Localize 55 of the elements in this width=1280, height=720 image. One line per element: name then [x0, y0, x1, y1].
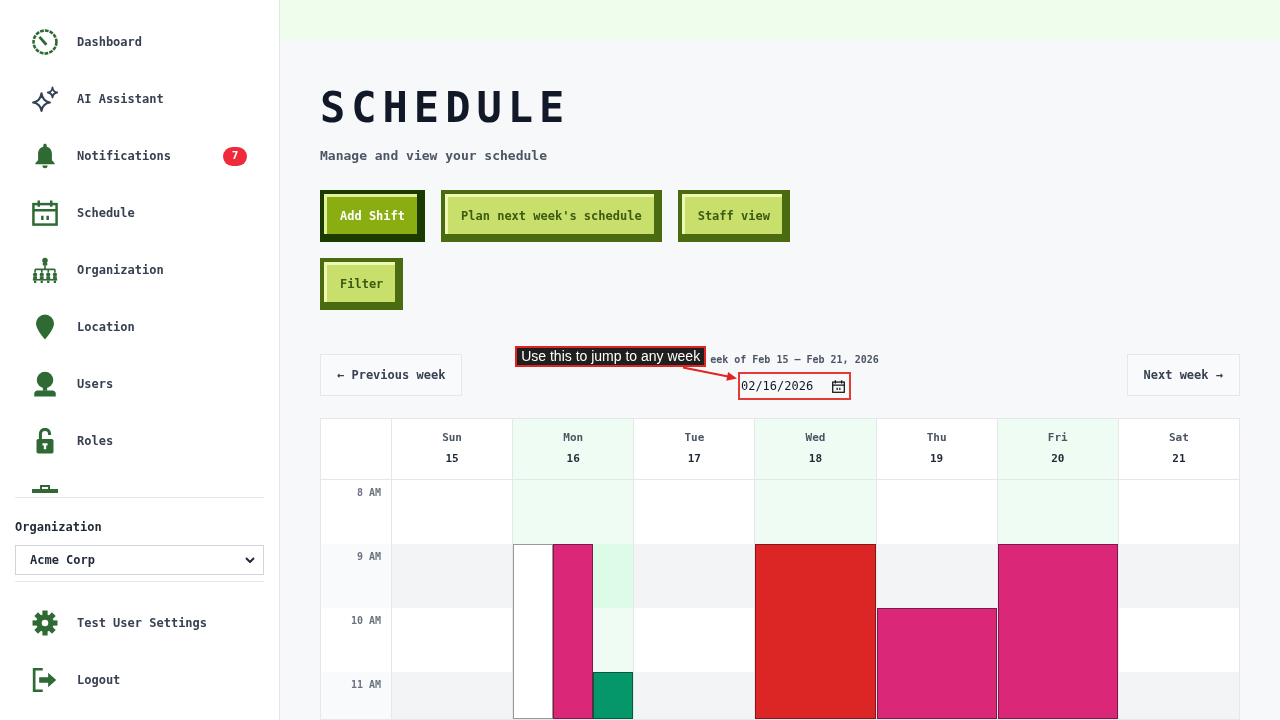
time-label: 9 AM — [356, 551, 381, 563]
time-label: 10 AM — [350, 615, 381, 627]
day-date: 21 — [1172, 452, 1186, 466]
user-icon — [32, 371, 58, 397]
settings-icon — [32, 610, 58, 636]
nav-link[interactable]: Logout — [32, 660, 247, 700]
chevron-down-icon — [245, 557, 255, 563]
bell-icon — [32, 143, 58, 169]
nav-link[interactable]: Location — [32, 307, 247, 347]
arrow-icon — [682, 366, 739, 382]
day-name: Thu — [926, 431, 947, 445]
nav-link[interactable]: Organization — [32, 250, 247, 290]
day-date: 16 — [566, 452, 580, 466]
nav-link[interactable]: AI Assistant — [32, 79, 247, 119]
action-button[interactable]: Plan next week's schedule — [441, 190, 662, 242]
org-chart-icon — [32, 257, 58, 283]
logout-icon — [32, 667, 58, 693]
nav-link[interactable]: Users — [32, 364, 247, 404]
gauge-icon — [32, 29, 58, 55]
notification-badge: 7 — [223, 146, 247, 166]
nav-link[interactable]: Notifications 7 — [32, 136, 247, 176]
day-name: Mon — [563, 431, 584, 445]
day-date: 19 — [930, 452, 944, 466]
calendar-icon — [831, 379, 845, 393]
day-name: Wed — [805, 431, 826, 445]
day-name: Sat — [1169, 431, 1189, 445]
shift-block[interactable] — [593, 672, 634, 719]
day-date: 18 — [808, 452, 823, 466]
previous-week-button[interactable]: ← Previous week — [320, 354, 463, 396]
action-button[interactable]: Filter — [320, 258, 404, 310]
date-field[interactable]: 02/16/2026 — [737, 372, 851, 400]
week-range-label: eek of Feb 15 – Feb 21, 2026 — [710, 354, 879, 366]
nav-link[interactable]: Roles — [32, 421, 247, 461]
briefcase-icon — [32, 485, 58, 493]
day-name: Tue — [684, 431, 705, 445]
tooltip: Use this to jump to any week — [515, 346, 707, 367]
calendar-icon — [32, 200, 58, 226]
day-date: 15 — [445, 452, 459, 466]
nav-link[interactable]: Schedule — [32, 193, 247, 233]
page-title: SCHEDULE — [320, 87, 571, 129]
action-button[interactable]: Staff view — [677, 190, 790, 242]
sparkles-icon — [32, 86, 58, 112]
organization-select[interactable]: Acme Corp — [15, 545, 264, 575]
time-label: 8 AM — [356, 487, 381, 499]
page-subtitle: Manage and view your schedule — [320, 147, 547, 165]
time-label: 11 AM — [350, 679, 381, 691]
day-date: 20 — [1051, 452, 1065, 466]
organization-label: Organization — [15, 519, 103, 535]
day-name: Sun — [442, 431, 462, 445]
nav-link[interactable]: Test User Settings — [32, 603, 247, 643]
shift-block[interactable] — [513, 544, 554, 719]
day-date: 17 — [687, 452, 701, 466]
day-name: Fri — [1047, 431, 1068, 445]
next-week-button[interactable]: Next week → — [1126, 354, 1240, 396]
nav-link[interactable]: Dashboard — [32, 22, 247, 62]
